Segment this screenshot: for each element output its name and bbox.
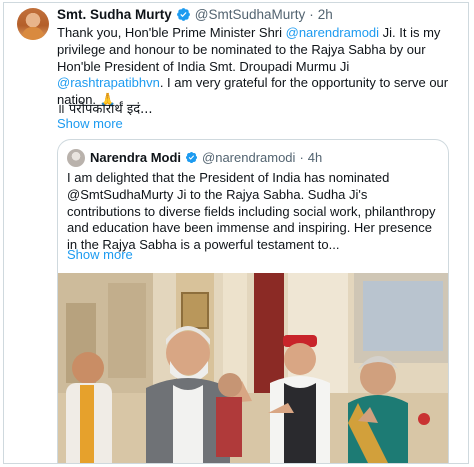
- quoted-tweet-timestamp[interactable]: 4h: [308, 150, 322, 165]
- quoted-author-handle[interactable]: @narendramodi: [202, 150, 295, 165]
- quoted-tweet[interactable]: Narendra Modi @narendramodi · 4h I am de…: [57, 139, 449, 463]
- quoted-tweet-header: Narendra Modi @narendramodi · 4h: [90, 150, 322, 165]
- tweet-text: Thank you, Hon'ble Prime Minister Shri @…: [57, 25, 457, 109]
- show-more-link[interactable]: Show more: [57, 116, 123, 131]
- author-avatar[interactable]: [17, 8, 49, 40]
- separator-dot: ·: [309, 7, 314, 22]
- separator-dot: ·: [299, 150, 304, 165]
- photo-scene: [58, 273, 448, 463]
- tweet-header: Smt. Sudha Murty @SmtSudhaMurty · 2h: [57, 7, 333, 22]
- tweet-text-part: Thank you, Hon'ble Prime Minister Shri: [57, 25, 286, 40]
- quoted-tweet-text: I am delighted that the President of Ind…: [67, 170, 436, 253]
- author-handle[interactable]: @SmtSudhaMurty: [195, 7, 306, 22]
- tweet-photo[interactable]: [58, 273, 448, 463]
- tweet-card[interactable]: Smt. Sudha Murty @SmtSudhaMurty · 2h Tha…: [3, 2, 469, 464]
- quoted-author-name[interactable]: Narendra Modi: [90, 150, 181, 165]
- mention-link[interactable]: @rashtrapatibhvn: [57, 75, 160, 90]
- tweet-timestamp[interactable]: 2h: [318, 7, 333, 22]
- hindi-text: ॥ परोपकारार्थं इदं...: [57, 102, 153, 117]
- verified-badge-icon: [176, 8, 190, 21]
- verified-badge-icon: [185, 151, 198, 164]
- quoted-show-more-link[interactable]: Show more: [67, 247, 133, 262]
- mention-link[interactable]: @narendramodi: [286, 25, 379, 40]
- quoted-author-avatar[interactable]: [67, 149, 85, 167]
- author-name[interactable]: Smt. Sudha Murty: [57, 7, 172, 22]
